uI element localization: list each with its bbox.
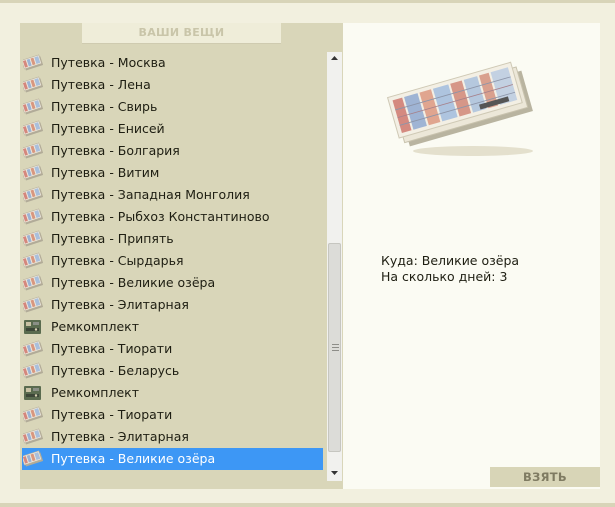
repair-kit-icon xyxy=(23,384,43,402)
list-item[interactable]: Путевка - Элитарная xyxy=(22,294,323,316)
list-item-label: Путевка - Тиорати xyxy=(51,341,173,356)
scrollbar-thumb[interactable] xyxy=(328,243,341,452)
list-item-label: Путевка - Великие озёра xyxy=(51,451,216,466)
list-item[interactable]: Путевка - Великие озёра xyxy=(22,448,323,470)
list-item-label: Путевка - Болгария xyxy=(51,143,180,158)
voucher-icon xyxy=(22,120,44,138)
inventory-title: ВАШИ ВЕЩИ xyxy=(82,23,281,44)
list-item-label: Путевка - Свирь xyxy=(51,99,158,114)
voucher-icon xyxy=(22,252,44,270)
list-item-label: Ремкомплект xyxy=(51,319,139,334)
list-item[interactable]: Путевка - Лена xyxy=(22,74,323,96)
list-item-label: Путевка - Сырдарья xyxy=(51,253,184,268)
list-item[interactable]: Путевка - Болгария xyxy=(22,140,323,162)
list-item-label: Путевка - Элитарная xyxy=(51,429,189,444)
voucher-booklet-icon xyxy=(378,43,548,167)
voucher-icon xyxy=(22,296,44,314)
inventory-list: Путевка - Москва Путевка - Лена Путевка - … xyxy=(22,52,323,478)
list-item-label: Путевка - Элитарная xyxy=(51,297,189,312)
list-item[interactable]: Ремкомплект xyxy=(22,382,323,404)
list-item[interactable]: Путевка - Припять xyxy=(22,228,323,250)
top-border xyxy=(0,0,615,3)
take-button[interactable]: ВЗЯТЬ xyxy=(490,467,600,487)
list-item[interactable]: Путевка - Западная Монголия xyxy=(22,184,323,206)
list-item-label: Путевка - Москва xyxy=(51,55,166,70)
list-item[interactable]: Путевка - Тиорати xyxy=(22,338,323,360)
list-item[interactable]: Путевка - Витим xyxy=(22,162,323,184)
voucher-icon xyxy=(22,230,44,248)
voucher-icon xyxy=(22,274,44,292)
list-item-label: Путевка - Енисей xyxy=(51,121,165,136)
voucher-icon xyxy=(22,76,44,94)
list-item-label: Путевка - Великие озёра xyxy=(51,275,216,290)
list-item-label: Путевка - Лена xyxy=(51,77,151,92)
voucher-icon xyxy=(22,142,44,160)
days-text: На сколько дней: 3 xyxy=(381,269,508,284)
list-scrollbar[interactable] xyxy=(327,52,342,481)
list-item[interactable]: Путевка - Великие озёра xyxy=(22,272,323,294)
list-item-label: Путевка - Припять xyxy=(51,231,174,246)
list-item-label: Ремкомплект xyxy=(51,385,139,400)
voucher-icon xyxy=(22,362,44,380)
voucher-icon xyxy=(22,450,44,468)
voucher-icon xyxy=(22,406,44,424)
list-item[interactable]: Путевка - Москва xyxy=(22,52,323,74)
voucher-icon xyxy=(22,98,44,116)
list-item[interactable]: Путевка - Беларусь xyxy=(22,360,323,382)
list-item[interactable]: Ремкомплект xyxy=(22,316,323,338)
scroll-down-arrow-icon[interactable] xyxy=(327,467,342,481)
inventory-panel: ВАШИ ВЕЩИ Путевка - Москва Путевка - Лена… xyxy=(20,23,343,489)
list-item-label: Путевка - Тиорати xyxy=(51,407,173,422)
list-item-label: Путевка - Витим xyxy=(51,165,160,180)
list-item-label: Путевка - Рыбхоз Константиново xyxy=(51,209,270,224)
item-info: Куда: Великие озёра На сколько дней: 3 xyxy=(381,253,519,285)
voucher-icon xyxy=(22,208,44,226)
voucher-icon xyxy=(22,340,44,358)
bottom-border xyxy=(0,503,615,507)
list-item[interactable]: Путевка - Свирь xyxy=(22,96,323,118)
list-item[interactable]: Путевка - Сырдарья xyxy=(22,250,323,272)
voucher-icon xyxy=(22,54,44,72)
list-item[interactable]: Путевка - Енисей xyxy=(22,118,323,140)
item-details-panel: Куда: Великие озёра На сколько дней: 3 xyxy=(343,23,600,489)
voucher-icon xyxy=(22,164,44,182)
destination-text: Куда: Великие озёра xyxy=(381,253,520,268)
list-item[interactable]: Путевка - Тиорати xyxy=(22,404,323,426)
repair-kit-icon xyxy=(23,318,43,336)
list-item-label: Путевка - Западная Монголия xyxy=(51,187,250,202)
list-item[interactable]: Путевка - Элитарная xyxy=(22,426,323,448)
voucher-icon xyxy=(22,428,44,446)
scroll-up-arrow-icon[interactable] xyxy=(327,52,342,66)
list-item-label: Путевка - Беларусь xyxy=(51,363,180,378)
list-item[interactable]: Путевка - Рыбхоз Константиново xyxy=(22,206,323,228)
voucher-icon xyxy=(22,186,44,204)
